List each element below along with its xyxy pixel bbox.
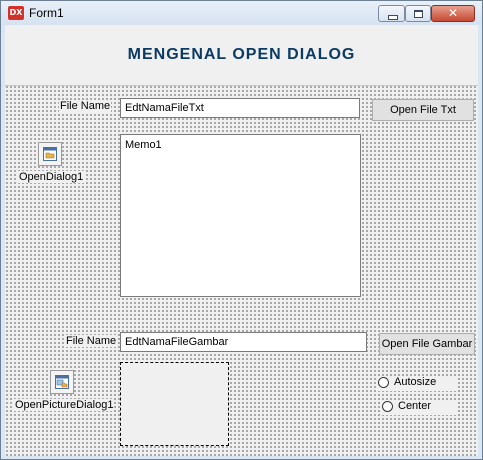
page-title: MENGENAL OPEN DIALOG <box>127 46 356 63</box>
autosize-radio[interactable]: Autosize <box>378 376 456 391</box>
open-picture-dialog-component[interactable] <box>50 370 74 394</box>
window-title: Form1 <box>29 6 64 20</box>
app-icon[interactable]: DX <box>8 6 24 20</box>
close-icon: ✕ <box>447 6 459 20</box>
center-radio[interactable]: Center <box>382 400 456 415</box>
open-dialog-icon <box>43 147 57 161</box>
open-dialog-component[interactable] <box>38 142 62 166</box>
txt-file-name-input[interactable]: EdtNamaFileTxt <box>120 98 360 118</box>
center-radio-label: Center <box>398 400 432 412</box>
center-radio-circle[interactable] <box>382 401 393 412</box>
autosize-radio-circle[interactable] <box>378 377 389 388</box>
close-button[interactable]: ✕ <box>431 5 475 22</box>
memo-text-area[interactable]: Memo1 <box>120 134 361 297</box>
open-dialog-label: OpenDialog1 <box>18 171 85 183</box>
img-file-name-label: File Name <box>65 335 118 347</box>
image-preview[interactable] <box>120 362 229 446</box>
title-bar[interactable]: DX Form1 ✕ <box>1 1 482 25</box>
form-window: DX Form1 ✕ MENGENAL OPEN DIALOG File Nam… <box>0 0 483 460</box>
minimize-button[interactable] <box>378 5 405 22</box>
img-file-name-input[interactable]: EdtNamaFileGambar <box>120 332 367 352</box>
autosize-radio-label: Autosize <box>394 376 437 388</box>
open-picture-dialog-icon <box>55 375 69 389</box>
txt-file-name-label: File Name <box>59 100 112 112</box>
form-client-area: MENGENAL OPEN DIALOG File Name EdtNamaFi… <box>5 25 478 456</box>
memo-content: Memo1 <box>125 139 162 151</box>
open-picture-dialog-label: OpenPictureDialog1 <box>14 399 115 411</box>
open-file-txt-button[interactable]: Open File Txt <box>372 99 474 121</box>
maximize-button[interactable] <box>405 5 431 22</box>
open-file-gambar-button[interactable]: Open File Gambar <box>379 333 475 355</box>
header-panel: MENGENAL OPEN DIALOG <box>5 25 478 86</box>
